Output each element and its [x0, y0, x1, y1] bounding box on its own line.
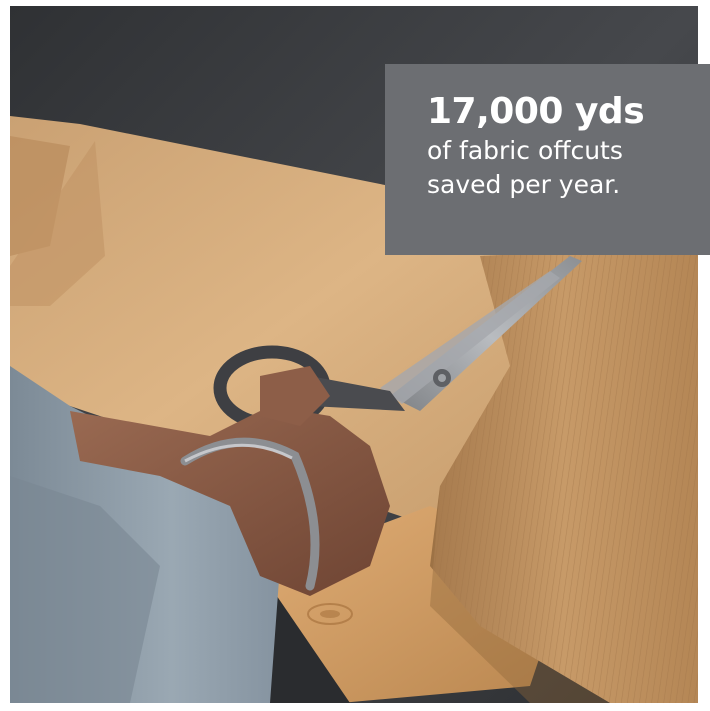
stat-number: 17,000 yds: [427, 91, 645, 132]
stat-caption-line-1: of fabric offcuts: [427, 136, 623, 165]
stat-caption-line-2: saved per year.: [427, 170, 621, 199]
stat-callout: 17,000 yds of fabric offcuts saved per y…: [385, 64, 710, 255]
